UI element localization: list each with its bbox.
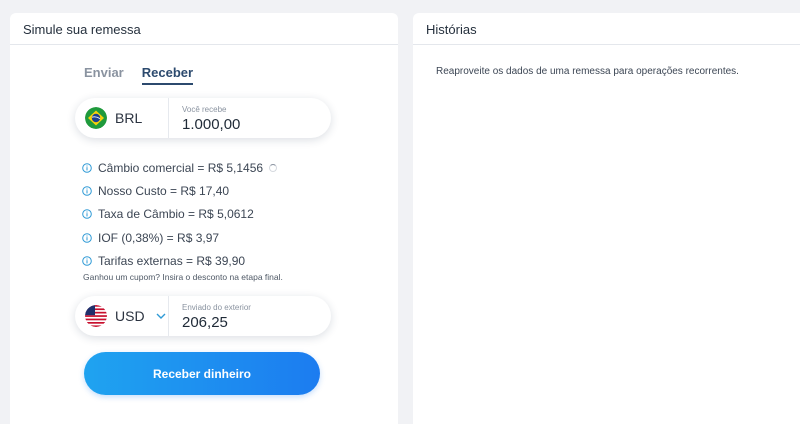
info-row-commercial-rate: Câmbio comercial = R$ 5,1456 (82, 156, 278, 179)
send-amount-area: Enviado do exterior (169, 302, 331, 331)
send-amount-label: Enviado do exterior (182, 302, 251, 312)
coupon-note: Ganhou um cupom? Insira o desconto na et… (83, 272, 283, 282)
tab-enviar[interactable]: Enviar (84, 65, 124, 85)
send-currency-code: USD (115, 308, 145, 324)
receive-amount-box: BRL Você recebe (75, 98, 331, 138)
loading-spinner-icon (269, 163, 278, 172)
receive-currency-code: BRL (115, 110, 143, 126)
info-row-exchange-rate: Taxa de Câmbio = R$ 5,0612 (82, 203, 277, 226)
info-icon[interactable] (82, 256, 92, 266)
tab-receber[interactable]: Receber (141, 65, 194, 85)
info-text: Taxa de Câmbio = R$ 5,0612 (98, 207, 254, 222)
info-text: Nosso Custo = R$ 17,40 (98, 183, 230, 198)
usa-flag-icon (85, 305, 107, 327)
info-text: Tarifas externas = R$ 39,90 (98, 253, 246, 268)
receive-currency: BRL (75, 98, 169, 138)
info-row-external-fees: Tarifas externas = R$ 39,90 (82, 249, 277, 272)
info-row-iof: IOF (0,38%) = R$ 3,97 (82, 226, 277, 249)
currency-select[interactable]: USD (75, 296, 169, 336)
info-icon[interactable] (82, 162, 92, 173)
fee-breakdown: Câmbio comercial = R$ 5,1456 Nosso Custo… (82, 156, 278, 272)
history-title: Histórias (413, 13, 800, 45)
receive-amount-label: Você recebe (182, 104, 227, 114)
history-description: Reaproveite os dados de uma remessa para… (436, 66, 739, 77)
info-icon[interactable] (82, 209, 92, 220)
simulator-panel: Simule sua remessa Enviar Receber BRL Vo… (10, 13, 398, 424)
receive-amount-input[interactable] (182, 115, 312, 133)
info-icon[interactable] (82, 186, 92, 196)
info-row-our-cost: Nosso Custo = R$ 17,40 (82, 179, 277, 202)
info-icon[interactable] (82, 232, 92, 243)
simulator-title: Simule sua remessa (10, 13, 398, 45)
send-amount-input[interactable] (182, 313, 312, 331)
receive-amount-area: Você recebe (169, 104, 331, 133)
chevron-down-icon[interactable] (155, 310, 167, 322)
mode-tabs: Enviar Receber (84, 65, 194, 85)
info-text: Câmbio comercial = R$ 5,1456 (98, 160, 264, 175)
history-panel: Histórias Reaproveite os dados de uma re… (413, 13, 800, 424)
brazil-flag-icon (85, 107, 107, 129)
receive-money-button[interactable]: Receber dinheiro (84, 352, 320, 395)
info-text: IOF (0,38%) = R$ 3,97 (98, 230, 220, 245)
send-amount-box: USD Enviado do exterior (75, 296, 331, 336)
